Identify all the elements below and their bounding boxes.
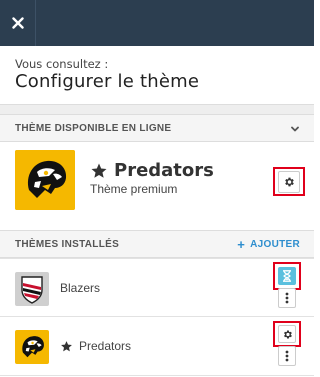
list-item-predators[interactable]: Predators [0,317,314,376]
predators-logo [15,150,75,210]
theme-settings-button[interactable] [278,325,296,343]
predators-logo [15,330,49,364]
vertical-dots-icon [285,292,289,304]
vertical-dots-icon [285,350,289,362]
close-button[interactable] [0,0,36,46]
online-theme-card: Predators Thème premium [0,142,314,230]
gear-icon [283,330,292,338]
blazers-logo [15,272,49,306]
online-theme-name: Predators [114,160,214,181]
add-theme-link[interactable]: + AJOUTER [237,236,300,252]
section-installed-themes-header: THÈMES INSTALLÉS + AJOUTER [0,230,314,258]
add-theme-label: AJOUTER [250,239,300,250]
close-icon [11,17,24,29]
divider [0,104,314,114]
theme-menu-button[interactable] [278,346,296,366]
theme-menu-button[interactable] [278,288,296,308]
list-item-blazers[interactable]: Blazers [0,258,314,317]
panel-header: Vous consultez : Configurer le thème [0,46,314,104]
chevron-down-icon[interactable] [290,124,300,134]
page-title: Configurer le thème [15,71,200,92]
theme-status-button[interactable] [278,267,296,285]
hourglass-icon [283,270,291,282]
theme-name: Predators [79,339,132,353]
plus-icon: + [237,236,246,252]
list-item-label: Predators [60,339,131,353]
online-theme-settings-button[interactable] [278,171,300,193]
theme-name: Blazers [60,281,101,295]
star-icon [91,163,107,178]
section-online-theme-label: THÈME DISPONIBLE EN LIGNE [15,123,172,134]
section-online-theme-header[interactable]: THÈME DISPONIBLE EN LIGNE [0,114,314,142]
online-theme-title: Predators [90,160,214,181]
online-theme-subtitle: Thème premium [90,182,178,196]
top-bar [0,0,314,46]
header-subtitle: Vous consultez : [15,57,109,71]
gear-icon [285,177,294,187]
list-item-label: Blazers [60,281,100,295]
star-icon [61,340,72,351]
section-installed-themes-label: THÈMES INSTALLÉS [15,239,120,250]
